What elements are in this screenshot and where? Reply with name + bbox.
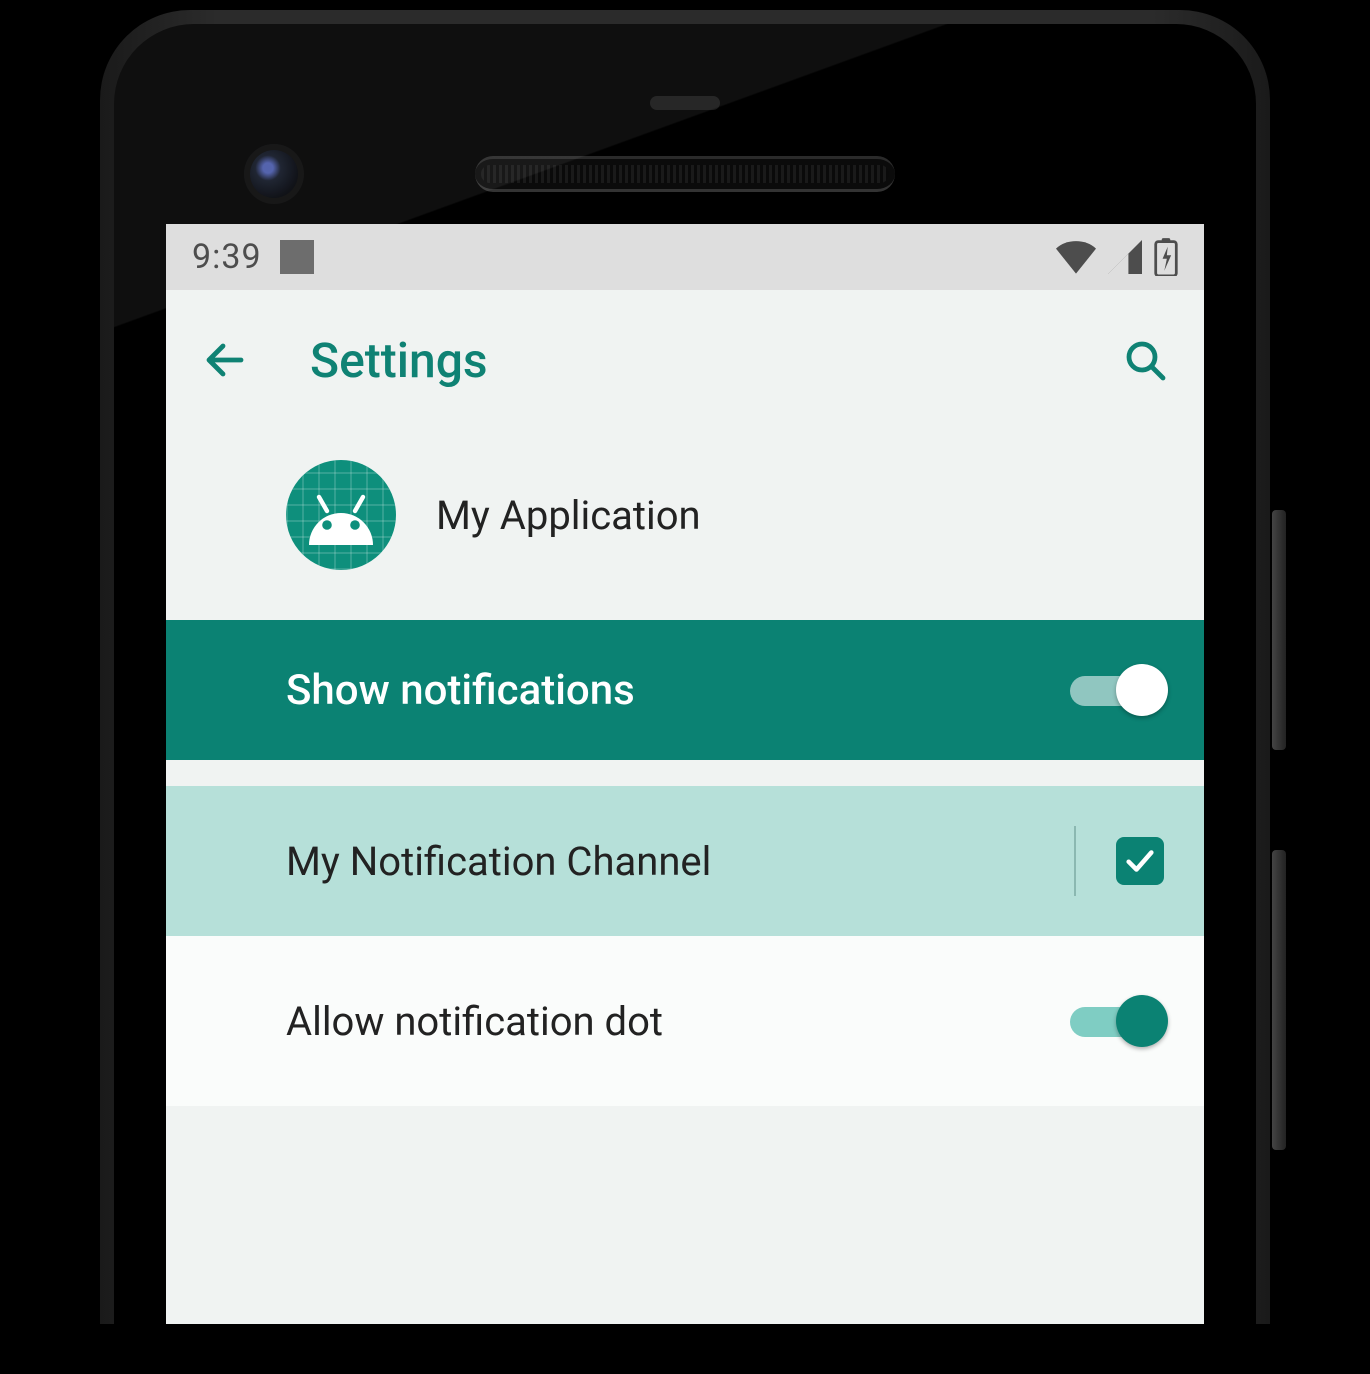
phone-side-button — [1272, 850, 1286, 1150]
screen: 9:39 — [166, 224, 1204, 1324]
show-notifications-switch[interactable] — [1070, 664, 1164, 716]
search-button[interactable] — [1110, 325, 1180, 395]
notification-channel-label: My Notification Channel — [286, 838, 711, 885]
app-bar: Settings — [166, 290, 1204, 430]
phone-camera — [244, 144, 304, 204]
back-button[interactable] — [190, 325, 260, 395]
app-header-row[interactable]: My Application — [166, 430, 1204, 620]
notification-channel-row[interactable]: My Notification Channel — [166, 786, 1204, 936]
status-bar: 9:39 — [166, 224, 1204, 290]
allow-notification-dot-label: Allow notification dot — [286, 998, 663, 1045]
phone-side-button — [1272, 510, 1286, 750]
allow-notification-dot-switch[interactable] — [1070, 995, 1164, 1047]
show-notifications-label: Show notifications — [286, 666, 635, 715]
status-clock: 9:39 — [192, 237, 262, 277]
app-icon — [286, 460, 396, 570]
vertical-divider — [1074, 826, 1076, 896]
battery-charging-icon — [1154, 238, 1178, 276]
app-name-label: My Application — [436, 492, 701, 539]
phone-sensor — [650, 96, 720, 110]
phone-frame: 9:39 — [100, 10, 1270, 1324]
status-placeholder-icon — [280, 240, 314, 274]
notification-channel-checkbox[interactable] — [1116, 837, 1164, 885]
wifi-icon — [1056, 240, 1096, 274]
phone-speaker — [475, 156, 895, 192]
cell-signal-icon — [1108, 240, 1142, 274]
allow-notification-dot-row[interactable]: Allow notification dot — [166, 936, 1204, 1106]
show-notifications-row[interactable]: Show notifications — [166, 620, 1204, 760]
app-bar-title: Settings — [310, 332, 488, 389]
